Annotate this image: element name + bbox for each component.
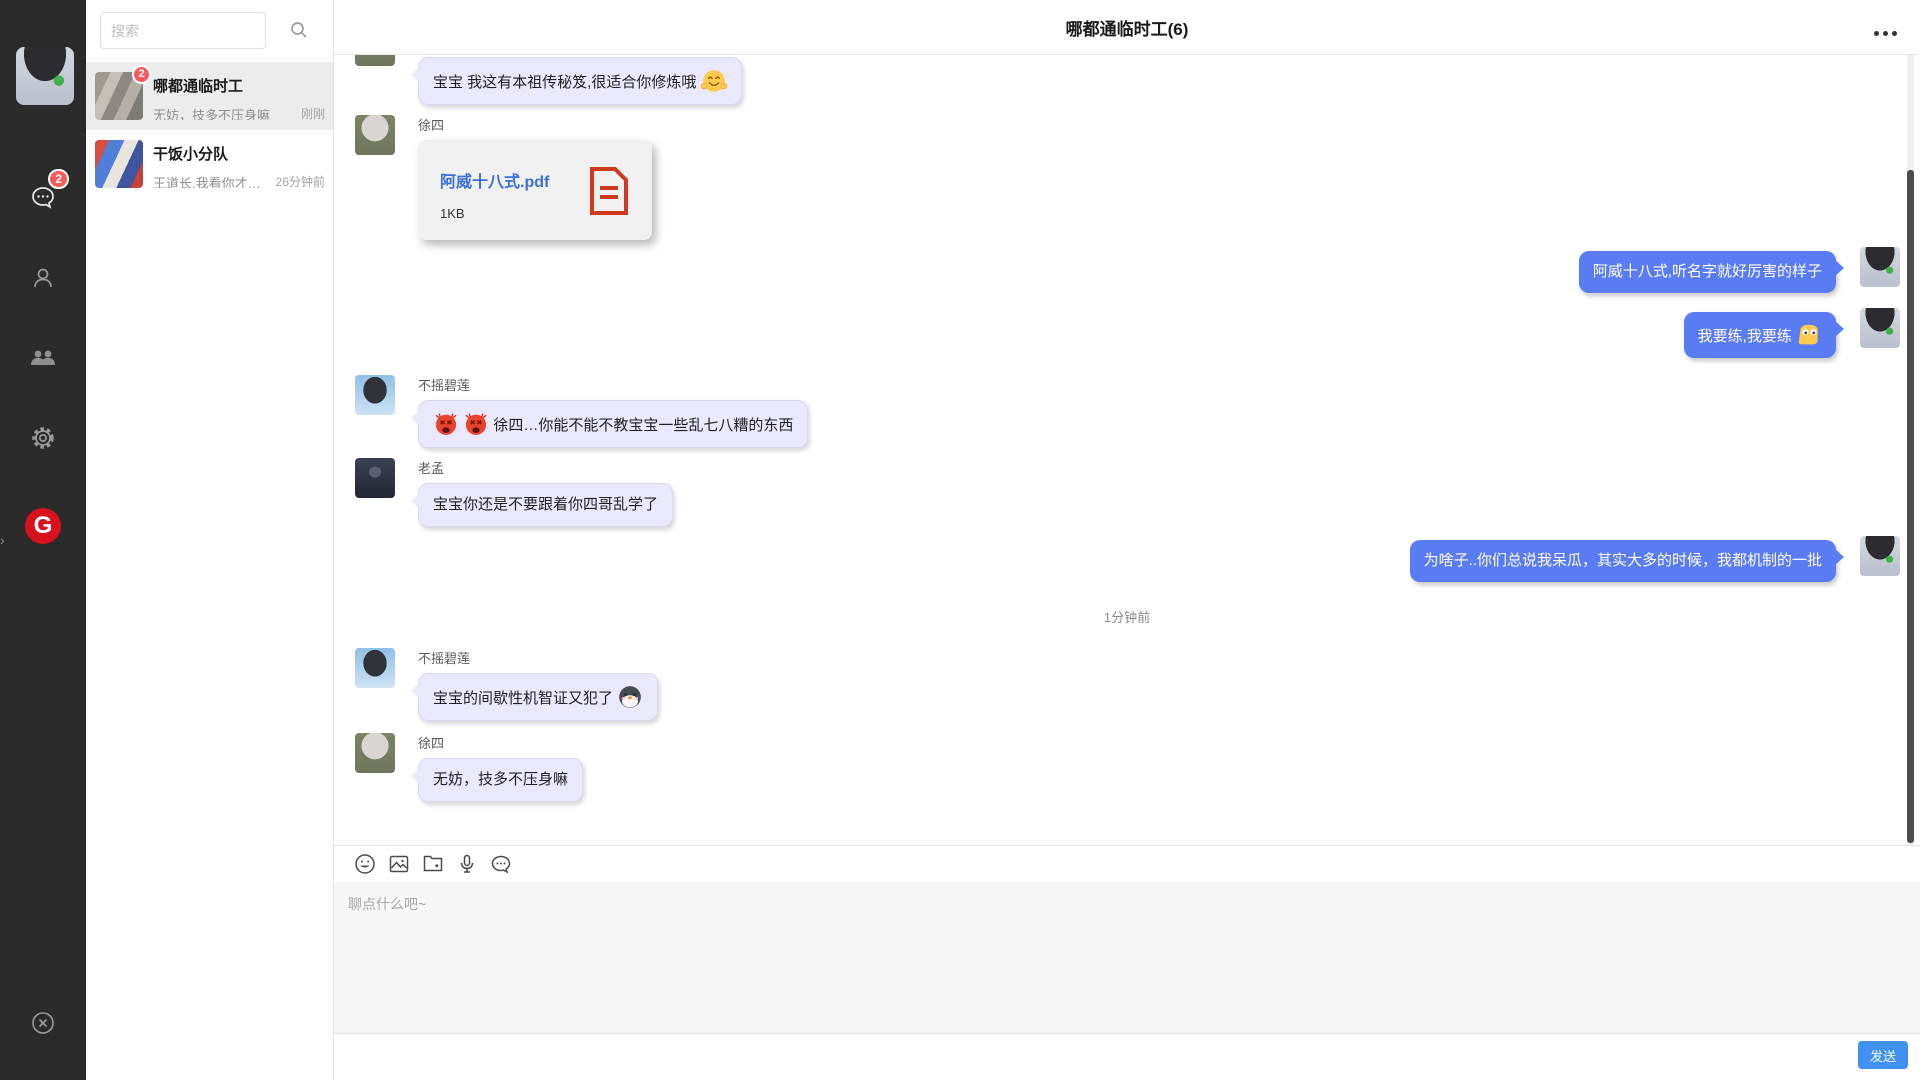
message-input[interactable] <box>334 882 1920 1033</box>
message-row: 宝宝 我这有本祖传秘笈,很适合你修炼哦 <box>355 57 742 105</box>
message-avatar[interactable] <box>1860 308 1900 348</box>
time-divider: 1分钟前 <box>334 607 1920 626</box>
message-bubble[interactable]: 宝宝 我这有本祖传秘笈,很适合你修炼哦 <box>418 57 742 105</box>
smiley-icon <box>353 864 377 879</box>
nav-close-button[interactable] <box>0 1003 86 1047</box>
message-avatar[interactable] <box>1860 247 1900 287</box>
message-bubble-dots-icon <box>489 864 513 879</box>
person-icon <box>29 264 57 297</box>
conversation-panel: 哪都通临时工(6) 宝宝 我这有本祖传秘笈,很适合你修炼哦 徐四阿威十八式.pd… <box>334 0 1920 1080</box>
chat-time: 刚刚 <box>301 105 325 120</box>
chat-time: 26分钟前 <box>276 173 325 188</box>
message-bubble[interactable]: 宝宝你还是不要跟着你四哥乱学了 <box>418 483 673 527</box>
message-bubble[interactable]: 我要练,我要练 <box>1684 312 1836 358</box>
nav-contacts-button[interactable] <box>0 258 86 302</box>
chat-avatar: 2 <box>95 72 143 120</box>
message-bubble[interactable]: 徐四…你能不能不教宝宝一些乱七八糟的东西 <box>418 400 808 448</box>
pdf-document-icon <box>588 166 630 216</box>
chat-name: 哪都通临时工 <box>153 75 243 96</box>
message-avatar[interactable] <box>355 648 395 688</box>
message-avatar[interactable] <box>355 115 395 155</box>
folder-icon <box>421 864 445 879</box>
file-message-card[interactable]: 阿威十八式.pdf1KB <box>418 140 652 240</box>
message-avatar[interactable] <box>355 733 395 773</box>
emoji-picker-button[interactable] <box>353 852 377 876</box>
message-row: 我要练,我要练 <box>1684 312 1900 358</box>
chat-bubble-icon <box>29 184 57 217</box>
send-file-button[interactable] <box>421 852 445 876</box>
rage-face-emoji <box>463 411 489 437</box>
nav-rail: 2 <box>0 0 86 1080</box>
send-row: 发送 <box>334 1033 1920 1080</box>
chat-preview: 王道长,我看你才… <box>153 173 261 188</box>
more-menu-button[interactable] <box>1868 26 1902 40</box>
search-input[interactable] <box>100 12 266 49</box>
message-bubble[interactable]: 为啥子..你们总说我呆瓜，其实大多的时候，我都机制的一批 <box>1410 540 1836 582</box>
collapse-arrow-icon[interactable]: › <box>0 532 5 548</box>
search-button[interactable] <box>287 19 311 43</box>
chat-history-button[interactable] <box>489 852 513 876</box>
gear-icon <box>29 424 57 457</box>
chat-list: 2哪都通临时工无妨，技多不压身嘛刚刚干饭小分队王道长,我看你才…26分钟前 <box>86 62 333 198</box>
send-image-button[interactable] <box>387 852 411 876</box>
message-list: 宝宝 我这有本祖传秘笈,很适合你修炼哦 徐四阿威十八式.pdf1KB阿威十八式,… <box>334 55 1920 845</box>
message-row: 不摇碧莲宝宝的间歇性机智证又犯了 <box>355 648 658 721</box>
chat-name: 干饭小分队 <box>153 143 228 164</box>
circle-x-icon <box>29 1009 57 1042</box>
nav-settings-button[interactable] <box>0 418 86 462</box>
message-bubble[interactable]: 无妨，技多不压身嘛 <box>418 758 583 802</box>
microphone-icon <box>455 864 479 879</box>
voice-message-button[interactable] <box>455 852 479 876</box>
search-bar <box>86 0 333 62</box>
chat-list-item[interactable]: 2哪都通临时工无妨，技多不压身嘛刚刚 <box>86 62 333 130</box>
group-people-icon <box>28 344 58 377</box>
conversation-title: 哪都通临时工(6) <box>1066 15 1189 40</box>
chat-list-item[interactable]: 干饭小分队王道长,我看你才… 26分钟前 <box>86 130 333 198</box>
message-avatar[interactable] <box>355 458 395 498</box>
composer-toolbar <box>334 845 1920 882</box>
g-logo-icon: G <box>25 508 61 544</box>
conversation-header: 哪都通临时工(6) <box>334 0 1920 55</box>
message-row: 徐四无妨，技多不压身嘛 <box>355 733 583 802</box>
message-bubble[interactable]: 阿威十八式,听名字就好厉害的样子 <box>1579 251 1836 293</box>
user-avatar[interactable] <box>16 47 74 105</box>
send-button[interactable]: 发送 <box>1858 1041 1908 1069</box>
sender-name: 老孟 <box>418 458 673 475</box>
sender-name: 徐四 <box>418 115 652 132</box>
more-dots-icon <box>1874 31 1879 36</box>
chat-avatar <box>95 140 143 188</box>
message-row: 徐四阿威十八式.pdf1KB <box>355 115 652 240</box>
sender-name: 不摇碧莲 <box>418 375 808 392</box>
nav-chats-button[interactable]: 2 <box>0 178 86 222</box>
rage-face-emoji <box>433 411 459 437</box>
melting-face-emoji <box>1796 322 1822 348</box>
message-row: 不摇碧莲 徐四…你能不能不教宝宝一些乱七八糟的东西 <box>355 375 808 448</box>
message-avatar[interactable] <box>355 55 395 66</box>
scrollbar-thumb[interactable] <box>1907 170 1914 843</box>
hugging-face-emoji <box>701 68 727 94</box>
search-icon <box>289 28 309 43</box>
penguin-sticker-emoji <box>617 684 643 710</box>
chat-list-panel: 2哪都通临时工无妨，技多不压身嘛刚刚干饭小分队王道长,我看你才…26分钟前 <box>86 0 334 1080</box>
message-avatar[interactable] <box>355 375 395 415</box>
chat-app-window: 2 <box>0 0 1920 1080</box>
unread-badge: 2 <box>132 65 151 84</box>
chats-unread-badge: 2 <box>48 169 69 189</box>
image-icon <box>387 864 411 879</box>
sender-name: 不摇碧莲 <box>418 648 658 665</box>
sender-name: 徐四 <box>418 733 583 750</box>
message-row: 阿威十八式,听名字就好厉害的样子 <box>1579 251 1900 293</box>
nav-groups-button[interactable] <box>0 338 86 382</box>
message-row: 老孟宝宝你还是不要跟着你四哥乱学了 <box>355 458 673 527</box>
composer-area <box>334 882 1920 1033</box>
nav-app-logo[interactable]: G <box>0 504 86 548</box>
message-row: 为啥子..你们总说我呆瓜，其实大多的时候，我都机制的一批 <box>1410 540 1900 582</box>
message-avatar[interactable] <box>1860 536 1900 576</box>
message-bubble[interactable]: 宝宝的间歇性机智证又犯了 <box>418 673 658 721</box>
chat-preview: 无妨，技多不压身嘛 <box>153 105 270 120</box>
